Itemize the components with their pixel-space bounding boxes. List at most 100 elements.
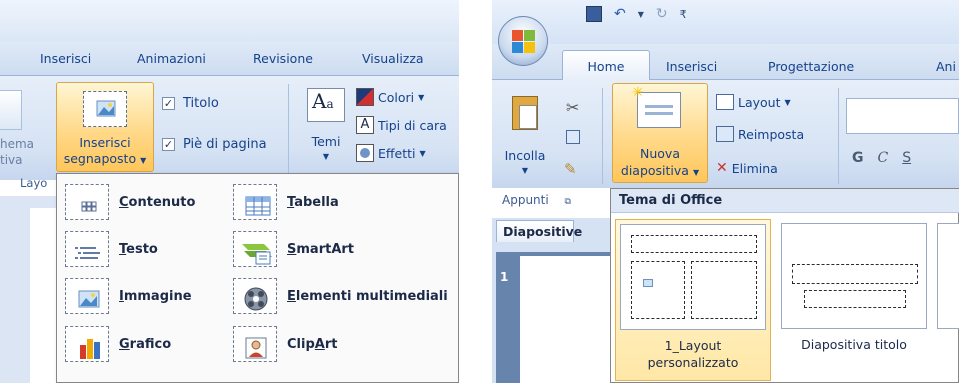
placeholder-mini-icon — [643, 279, 653, 287]
partial-button-label-top: hema — [0, 137, 35, 151]
redo-icon[interactable]: ↻ — [656, 6, 668, 22]
slide-thumbnail[interactable] — [520, 256, 610, 383]
reset-button[interactable]: Reimposta — [716, 126, 804, 142]
placeholder-ribbon-panel: Inserisci Animazioni Revisione Visualizz… — [0, 0, 459, 383]
group-separator — [602, 88, 603, 184]
new-slide-label-1: Nuova — [640, 146, 680, 161]
media-icon — [233, 278, 277, 314]
menu-item-label: Tabella — [287, 194, 339, 210]
tab-inserisci[interactable]: Inserisci — [40, 51, 91, 66]
chevron-down-icon: ▼ — [419, 148, 426, 158]
save-icon[interactable] — [586, 6, 602, 22]
insert-placeholder-label-1: Inserisci — [79, 135, 131, 150]
copy-icon[interactable] — [566, 130, 580, 144]
office-logo-icon — [512, 30, 536, 54]
layout-option-partial[interactable] — [937, 223, 959, 329]
undo-icon[interactable]: ↶ — [614, 6, 626, 22]
title-checkbox[interactable]: ✓ — [162, 97, 175, 110]
tab-diapositive[interactable]: Diapositive — [496, 220, 582, 242]
customize-toolbar-icon[interactable]: ₹ — [680, 8, 687, 21]
delete-button[interactable]: ✕ Elimina — [716, 160, 778, 176]
chevron-down-icon: ▼ — [140, 156, 147, 165]
underline-button[interactable]: S — [902, 150, 911, 166]
layout-label-2: personalizzato — [647, 355, 739, 370]
ribbon-tab-strip: Inserisci Animazioni Revisione Visualizz… — [0, 42, 459, 76]
title-bar — [0, 0, 459, 42]
tab-revisione[interactable]: Revisione — [253, 51, 313, 66]
chevron-down-icon: ▼ — [692, 168, 700, 177]
delete-label: Elimina — [731, 160, 778, 176]
group-separator — [838, 88, 839, 184]
menu-item-clipart[interactable]: ClipArt — [233, 326, 337, 362]
clipboard-group-label: Appunti ⧉ — [502, 193, 571, 207]
clipboard-icon — [512, 96, 538, 130]
tab-inserisci[interactable]: Inserisci — [666, 59, 717, 74]
footer-checkbox-label: Piè di pagina — [183, 137, 267, 152]
chevron-down-icon[interactable]: ▼ — [638, 10, 644, 19]
themes-button[interactable]: Aa Temi ▼ — [304, 88, 348, 168]
tab-animazioni-partial[interactable]: Ani — [936, 59, 956, 74]
layout-label: Layout — [738, 94, 781, 110]
layout-group-label: Layo — [20, 176, 48, 190]
partial-button-label-bottom: tiva — [0, 153, 23, 167]
smartart-icon — [233, 231, 277, 267]
menu-item-contenuto[interactable]: Contenuto — [65, 184, 195, 220]
menu-item-label: Immagine — [119, 288, 192, 304]
menu-item-label: Contenuto — [119, 194, 196, 210]
layout-gallery: Tema di Office 1_Layout personalizzato D… — [610, 188, 959, 383]
chevron-down-icon: ▼ — [784, 97, 791, 107]
table-icon — [233, 184, 277, 220]
menu-item-elementi-multimediali[interactable]: Elementi multimediali — [233, 278, 448, 314]
colors-label: Colori — [378, 89, 415, 105]
text-placeholder-icon — [65, 231, 109, 267]
menu-item-label: Grafico — [119, 336, 172, 352]
menu-item-smartart[interactable]: SmartArt — [233, 231, 354, 267]
layout-option-title[interactable]: Diapositiva titolo — [777, 219, 933, 381]
menu-item-immagine[interactable]: Immagine — [65, 278, 192, 314]
paste-button[interactable]: Incolla ▼ — [498, 90, 552, 182]
effects-label: Effetti — [378, 145, 416, 161]
menu-item-tabella[interactable]: Tabella — [233, 184, 339, 220]
menu-item-label: Elementi multimediali — [287, 288, 448, 304]
fonts-button[interactable]: A Tipi di cara — [356, 116, 447, 134]
effects-icon — [356, 144, 374, 162]
menu-item-label: Testo — [119, 241, 158, 257]
menu-item-testo[interactable]: Testo — [65, 231, 158, 267]
layout-option-custom[interactable]: 1_Layout personalizzato — [615, 219, 771, 381]
tab-home[interactable]: Home — [562, 50, 650, 81]
title-checkbox-label: Titolo — [183, 96, 219, 111]
tab-progettazione[interactable]: Progettazione — [768, 59, 854, 74]
format-painter-icon[interactable]: ✎ — [564, 160, 577, 178]
layout-icon — [716, 94, 734, 110]
tab-visualizza[interactable]: Visualizza — [362, 51, 424, 66]
placeholder-picture-icon — [83, 91, 127, 127]
colors-button[interactable]: Colori ▼ — [356, 88, 424, 106]
effects-button[interactable]: Effetti ▼ — [356, 144, 426, 162]
tab-animazioni[interactable]: Animazioni — [137, 51, 206, 66]
title-checkbox-row[interactable]: ✓ Titolo — [162, 96, 219, 111]
group-separator — [288, 84, 289, 174]
insert-placeholder-label-2: segnaposto ▼ — [63, 151, 147, 166]
insert-placeholder-button[interactable]: Inserisci segnaposto ▼ — [56, 82, 154, 172]
new-slide-button[interactable]: ✳ Nuova diapositiva ▼ — [612, 83, 708, 183]
footer-checkbox-row[interactable]: ✓ Piè di pagina — [162, 137, 267, 152]
menu-item-label: SmartArt — [287, 241, 355, 257]
cut-icon[interactable]: ✂ — [566, 98, 579, 117]
italic-button[interactable]: C — [878, 150, 889, 166]
fonts-icon: A — [356, 116, 374, 134]
insert-placeholder-menu: Contenuto Testo Immagine Grafico Tabella… — [56, 173, 459, 383]
layout-button[interactable]: Layout ▼ — [716, 94, 791, 110]
partial-layout-button[interactable] — [0, 90, 22, 130]
office-button[interactable] — [498, 16, 548, 66]
paste-label: Incolla — [504, 148, 546, 163]
dialog-launcher-icon[interactable]: ⧉ — [565, 197, 571, 207]
chart-icon — [65, 326, 109, 362]
font-name-field[interactable] — [846, 98, 959, 134]
footer-checkbox[interactable]: ✓ — [162, 138, 175, 151]
clipart-icon — [233, 326, 277, 362]
picture-icon — [65, 278, 109, 314]
content-placeholder-icon — [65, 184, 109, 220]
bold-button[interactable]: G — [852, 150, 864, 166]
menu-item-grafico[interactable]: Grafico — [65, 326, 171, 362]
themes-label: Temi — [311, 134, 341, 149]
